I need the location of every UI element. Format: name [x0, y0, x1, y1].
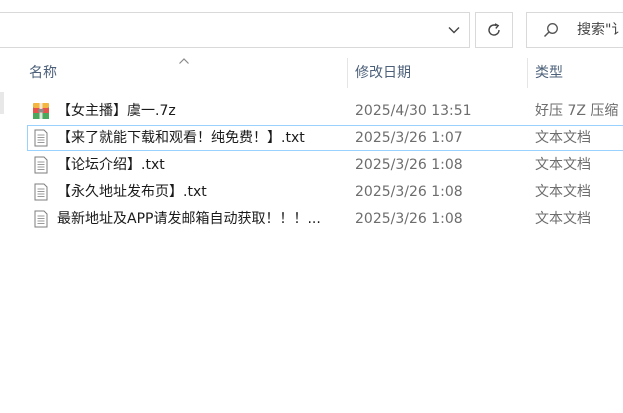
file-name: 【永久地址发布页】.txt [57, 184, 207, 200]
text-file-icon [32, 210, 50, 228]
file-row[interactable]: 【来了就能下载和观看！纯免费！】.txt 2025/3/26 1:07 文本文档 [27, 125, 623, 151]
file-date: 2025/3/26 1:08 [355, 157, 463, 173]
file-row[interactable]: 【女主播】虞一.7z 2025/4/30 13:51 好压 7Z 压缩 [27, 98, 623, 124]
file-name: 最新地址及APP请发邮箱自动获取！！！... [57, 211, 321, 227]
column-header-name[interactable]: 名称 [29, 56, 57, 90]
file-type: 文本文档 [535, 211, 591, 227]
file-date: 2025/4/30 13:51 [355, 103, 472, 119]
column-headers: 名称 修改日期 类型 [0, 56, 623, 90]
search-icon [543, 23, 558, 38]
file-row[interactable]: 最新地址及APP请发邮箱自动获取！！！... 2025/3/26 1:08 文本… [27, 206, 623, 232]
refresh-button[interactable] [475, 12, 513, 48]
column-header-date[interactable]: 修改日期 [355, 56, 411, 90]
file-name: 【女主播】虞一.7z [57, 103, 176, 119]
sort-ascending-icon [179, 58, 189, 64]
file-row[interactable]: 【论坛介绍】.txt 2025/3/26 1:08 文本文档 [27, 152, 623, 178]
address-bar[interactable] [0, 12, 470, 48]
file-type: 好压 7Z 压缩 [535, 103, 619, 119]
file-name: 【论坛介绍】.txt [57, 157, 165, 173]
file-date: 2025/3/26 1:08 [355, 211, 463, 227]
file-type: 文本文档 [535, 157, 591, 173]
file-name: 【来了就能下载和观看！纯免费！】.txt [57, 130, 305, 146]
search-box[interactable]: 搜索"讠 [526, 12, 623, 48]
file-row[interactable]: 【永久地址发布页】.txt 2025/3/26 1:08 文本文档 [27, 179, 623, 205]
text-file-icon [32, 129, 50, 147]
search-placeholder: 搜索"讠 [577, 22, 623, 38]
column-header-type[interactable]: 类型 [535, 56, 563, 90]
file-date: 2025/3/26 1:07 [355, 130, 463, 146]
text-file-icon [32, 183, 50, 201]
refresh-icon [488, 23, 500, 36]
chevron-down-icon[interactable] [439, 13, 469, 47]
column-divider[interactable] [527, 58, 528, 88]
address-toolbar: 搜索"讠 [0, 0, 623, 61]
file-date: 2025/3/26 1:08 [355, 184, 463, 200]
archive-icon [32, 102, 50, 120]
file-type: 文本文档 [535, 184, 591, 200]
text-file-icon [32, 156, 50, 174]
nav-pane-scroll-edge [0, 92, 4, 114]
column-divider[interactable] [347, 58, 348, 88]
file-type: 文本文档 [535, 130, 591, 146]
